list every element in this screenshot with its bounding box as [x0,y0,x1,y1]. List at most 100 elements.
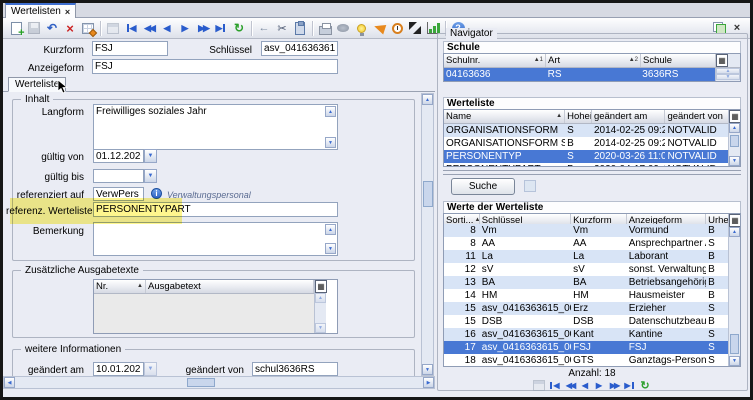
save-button[interactable] [25,19,43,37]
new-record-button[interactable]: + [7,19,25,37]
form-view-button[interactable] [104,19,122,37]
scroll-down-icon[interactable]: ▼ [729,156,740,166]
column-header-nr[interactable]: Nr.▲ [94,280,146,293]
column-header-name[interactable]: Name▲ [444,110,565,123]
werte-row[interactable]: 15 asv_0416363615_000000... Erz Erzieher… [444,302,728,315]
scroll-up-icon[interactable]: ▲ [325,224,336,235]
nav-next-button[interactable]: ▶ [593,378,606,392]
referenziert-field[interactable] [93,187,144,201]
werteliste-row[interactable]: ORGANISATIONSFORM S 2014-02-25 09:21:59.… [444,124,728,137]
print-button[interactable] [316,19,334,37]
scrollbar-thumb[interactable] [187,378,215,387]
nav-first-button[interactable]: ◀ [548,378,562,392]
suche-button[interactable]: Suche [451,178,515,195]
grid-settings-icon[interactable]: ▦ [315,280,327,293]
vertical-scrollbar[interactable]: ▲ ▼ [421,93,434,376]
geaendert-von-field[interactable] [252,362,338,376]
werte-row[interactable]: 11 La La Laborant B [444,250,728,263]
nav-prev-button[interactable]: ◀ [158,19,176,37]
scroll-up-icon[interactable]: ▲ [729,123,740,133]
werte-row[interactable]: 13 BA BA Betriebsangehöriger B [444,276,728,289]
werteliste-row[interactable]: ORGANISATIONSFORM SVE B 2014-02-25 09:21… [444,137,728,150]
anzeigeform-field[interactable] [92,59,338,74]
werte-row[interactable]: 12 sV sV sonst. Verwaltung B [444,263,728,276]
suche-checkbox[interactable] [524,180,536,192]
scroll-down-icon[interactable]: ▼ [422,364,433,375]
geaendert-am-field[interactable] [93,362,144,376]
gueltig-von-field[interactable] [93,149,144,163]
column-header-geaendert-am[interactable]: geändert am [592,110,665,123]
nav-last-button[interactable]: ▶ [212,19,230,37]
delete-button[interactable]: × [61,19,79,37]
nav-fast-next-button[interactable]: ▶▶ [607,378,622,392]
schule-row[interactable]: 04163636 RS 3636RS ▲ ▼ [444,68,740,81]
paste-button[interactable] [291,19,309,37]
table-scrollbar[interactable]: ▦ ▲ ▼ [728,214,740,366]
column-header-geaendert-von[interactable]: geändert von [665,110,728,123]
refresh-button[interactable]: ↻ [230,19,248,37]
grid-settings-icon[interactable]: ▦ [716,54,728,67]
werte-row[interactable]: 8 AA AA Ansprechpartner ASD S [444,237,728,250]
column-header-hoheit[interactable]: Hoheit [565,110,592,123]
scroll-right-icon[interactable]: ▶ [423,377,434,388]
werte-row[interactable]: 16 asv_0416363615_000000... Kant Kantine… [444,328,728,341]
form-view-button[interactable] [532,378,547,392]
werte-row[interactable]: 8 Vm Vm Vormund B [444,224,728,237]
column-header-schulnr[interactable]: Schulnr.▲1 [444,54,546,67]
referenz-werteliste-field[interactable] [93,202,338,217]
column-header-ausgabetext[interactable]: Ausgabetext [146,280,314,293]
scroll-left-icon[interactable]: ◀ [4,377,15,388]
scroll-up-icon[interactable]: ▲ [315,293,326,303]
column-header-schule[interactable]: Schule [641,54,716,67]
edit-list-button[interactable] [79,19,97,37]
splitter-handle[interactable] [443,170,741,175]
tab-wertelisten[interactable]: Wertelisten × [5,3,76,18]
resize-button[interactable] [406,19,424,37]
werte-row-selected[interactable]: 17 asv_0416363615_000000... FSJ FSJ S [444,341,728,354]
nav-fast-next-button[interactable]: ▶▶ [194,19,212,37]
grid-settings-icon[interactable]: ▦ [729,110,741,123]
column-header-art[interactable]: Art▲2 [546,54,641,67]
nav-fast-prev-button[interactable]: ◀◀ [140,19,158,37]
bemerkung-textarea[interactable] [93,222,338,256]
table-scrollbar[interactable]: ▦ ▲ ▼ [314,280,326,333]
undo-button[interactable]: ↶ [43,19,61,37]
nav-first-button[interactable]: ◀ [122,19,140,37]
table-scrollbar[interactable]: ▲ ▼ [715,68,740,81]
tab-close-icon[interactable]: × [65,7,70,17]
horizontal-scrollbar[interactable]: ◀ ▶ [3,376,435,389]
scrollbar-thumb[interactable] [423,181,433,207]
timer-button[interactable] [388,19,406,37]
werteliste-row[interactable]: PERSONENTYPART B 2020-04-17 09:49:07... … [444,163,728,166]
scroll-down-icon[interactable]: ▼ [325,137,336,148]
refresh-button[interactable]: ↻ [638,378,653,392]
table-scrollbar[interactable]: ▦ ▲ ▼ [728,110,740,166]
gueltig-bis-field[interactable] [93,169,144,183]
werte-row[interactable]: 15 DSB DSB Datenschutzbeauftragt... B [444,315,728,328]
werte-row[interactable]: 18 asv_0416363615_000000... GTS Ganztags… [444,354,728,366]
hint-button[interactable] [352,19,370,37]
nav-fast-prev-button[interactable]: ◀◀ [563,378,578,392]
schluessel-field[interactable] [261,41,338,56]
filter-button[interactable] [370,19,388,37]
kurzform-field[interactable] [92,41,168,56]
scrollbar-thumb[interactable] [730,334,739,354]
scroll-up-icon[interactable]: ▲ [325,106,336,117]
snapshot-button[interactable] [334,19,352,37]
geaendert-am-dropdown-icon[interactable]: ▼ [144,362,157,376]
werte-row[interactable]: 14 HM HM Hausmeister B [444,289,728,302]
back-button[interactable]: ← [255,19,273,37]
scrollbar-thumb[interactable] [730,135,739,147]
langform-textarea[interactable]: Freiwilliges soziales Jahr [93,104,338,150]
gueltig-von-dropdown-icon[interactable]: ▼ [144,149,157,163]
nav-last-button[interactable]: ▶ [623,378,637,392]
scroll-down-icon[interactable]: ▼ [315,323,326,333]
cut-button[interactable]: ✂ [273,19,291,37]
scroll-up-icon[interactable]: ▲ [422,94,433,105]
nav-next-button[interactable]: ▶ [176,19,194,37]
nav-prev-button[interactable]: ◀ [579,378,592,392]
werteliste-row-selected[interactable]: PERSONENTYP S 2020-03-26 11:07:56... NOT… [444,150,728,163]
grid-settings-icon[interactable]: ▦ [729,214,741,227]
scroll-down-icon[interactable]: ▼ [325,243,336,254]
gueltig-bis-dropdown-icon[interactable]: ▼ [144,169,157,183]
